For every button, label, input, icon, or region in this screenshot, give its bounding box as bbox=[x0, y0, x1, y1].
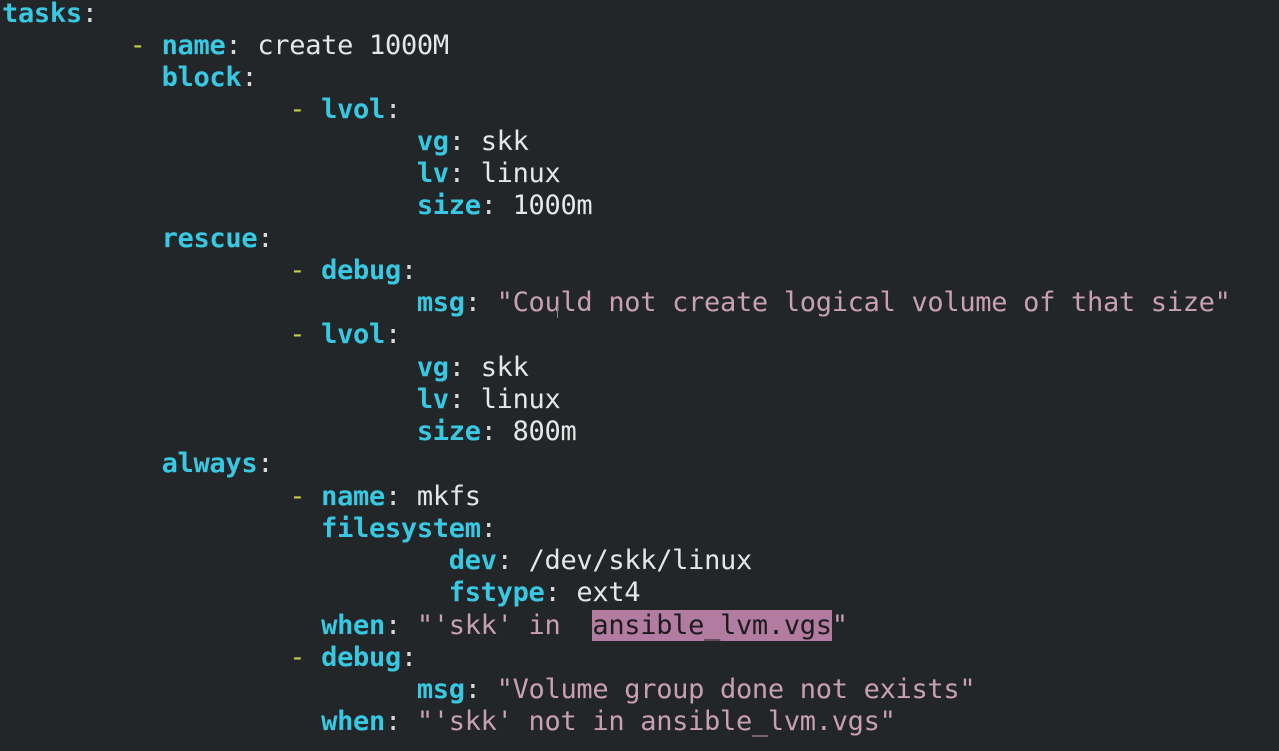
list-dash: - bbox=[129, 30, 146, 61]
yaml-value: linux bbox=[480, 158, 561, 189]
yaml-key: name bbox=[321, 481, 385, 512]
code-line: lv: linux bbox=[416, 158, 561, 189]
code-line: block: bbox=[161, 62, 258, 93]
yaml-key: when bbox=[321, 610, 385, 641]
yaml-key: tasks bbox=[2, 0, 82, 29]
yaml-key: always bbox=[161, 448, 258, 479]
code-line: - lvol: bbox=[289, 94, 401, 125]
code-line: msg: "Could not create logical volume of… bbox=[416, 287, 1231, 318]
yaml-key: name bbox=[161, 30, 226, 61]
yaml-value: skk bbox=[480, 352, 529, 383]
code-line: lv: linux bbox=[416, 384, 561, 415]
list-dash: - bbox=[289, 94, 306, 125]
code-line: filesystem: bbox=[321, 513, 497, 544]
yaml-editor[interactable]: tasks: - name: create 1000M block: - lvo… bbox=[0, 0, 1279, 751]
code-line: dev: /dev/skk/linux bbox=[448, 545, 753, 576]
yaml-string: "Volume group done not exists" bbox=[496, 674, 976, 705]
yaml-key: vg bbox=[416, 352, 449, 383]
yaml-key: lvol bbox=[321, 319, 385, 350]
code-line: - name: create 1000M bbox=[129, 30, 449, 61]
text-cursor-icon bbox=[557, 305, 563, 318]
yaml-key: debug bbox=[321, 255, 401, 286]
code-line: - debug: bbox=[289, 255, 417, 286]
code-line: size: 1000m bbox=[416, 190, 593, 221]
code-line: fstype: ext4 bbox=[448, 577, 641, 608]
yaml-key: rescue bbox=[161, 223, 258, 254]
yaml-key: block bbox=[161, 62, 242, 93]
yaml-key: filesystem bbox=[321, 513, 481, 544]
code-line: vg: skk bbox=[416, 352, 529, 383]
yaml-value: linux bbox=[480, 384, 561, 415]
code-line: - name: mkfs bbox=[289, 481, 481, 512]
code-line: vg: skk bbox=[416, 126, 529, 157]
yaml-key: size bbox=[416, 190, 481, 221]
list-dash: - bbox=[289, 642, 306, 673]
yaml-key: lv bbox=[416, 158, 449, 189]
yaml-value: ext4 bbox=[576, 577, 641, 608]
list-dash: - bbox=[289, 481, 306, 512]
yaml-value: 1000m bbox=[512, 190, 593, 221]
yaml-string: " bbox=[831, 610, 848, 641]
code-line: tasks: bbox=[2, 0, 98, 29]
yaml-value: 800m bbox=[512, 416, 577, 447]
yaml-key: fstype bbox=[448, 577, 545, 608]
yaml-key: vg bbox=[416, 126, 449, 157]
code-line: when: "'skk' not in ansible_lvm.vgs" bbox=[321, 706, 896, 737]
code-line: rescue: bbox=[161, 223, 274, 254]
yaml-key: lv bbox=[416, 384, 449, 415]
yaml-string: "Could not create logical volume of that… bbox=[496, 287, 1231, 318]
yaml-key: lvol bbox=[321, 94, 385, 125]
code-line: - lvol: bbox=[289, 319, 401, 350]
code-line: always: bbox=[161, 448, 274, 479]
yaml-value: create 1000M bbox=[257, 30, 449, 61]
yaml-key: size bbox=[416, 416, 481, 447]
yaml-string: "'skk' not in ansible_lvm.vgs" bbox=[416, 706, 896, 737]
list-dash: - bbox=[289, 255, 306, 286]
search-highlight: ansible_lvm.vgs bbox=[592, 610, 832, 641]
code-line: - debug: bbox=[289, 642, 417, 673]
code-line: when: "'skk' in ansible_lvm.vgs" bbox=[321, 610, 848, 641]
list-dash: - bbox=[289, 319, 306, 350]
yaml-value: /dev/skk/linux bbox=[528, 545, 753, 576]
yaml-string: "'skk' in bbox=[416, 610, 593, 641]
yaml-key: when bbox=[321, 706, 385, 737]
yaml-key: msg bbox=[416, 674, 465, 705]
code-line: msg: "Volume group done not exists" bbox=[416, 674, 976, 705]
code-line: size: 800m bbox=[416, 416, 577, 447]
yaml-key: msg bbox=[416, 287, 465, 318]
yaml-key: dev bbox=[448, 545, 497, 576]
yaml-key: debug bbox=[321, 642, 401, 673]
yaml-value: skk bbox=[480, 126, 529, 157]
yaml-value: mkfs bbox=[416, 481, 481, 512]
